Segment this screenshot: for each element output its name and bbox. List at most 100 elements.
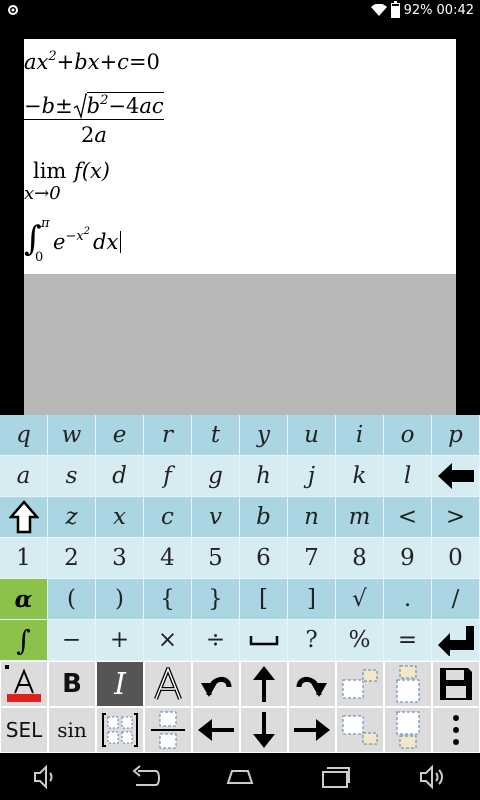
key-m[interactable]: m [336, 497, 384, 538]
key-o[interactable]: o [384, 415, 432, 456]
toolbar-row-1: B I [0, 661, 480, 707]
key-dot[interactable]: . [384, 579, 432, 620]
more-menu-button[interactable] [432, 707, 480, 753]
key-a[interactable]: a [0, 456, 48, 497]
empty-document-area[interactable] [24, 274, 456, 415]
key-3[interactable]: 3 [96, 538, 144, 579]
key-open-paren[interactable]: ( [48, 579, 96, 620]
key-minus[interactable]: − [48, 620, 96, 661]
key-percent[interactable]: % [336, 620, 384, 661]
key-s[interactable]: s [48, 456, 96, 497]
recent-apps-icon[interactable] [319, 763, 353, 791]
keyboard-row-1: q w e r t y u i o p [0, 415, 480, 456]
key-0[interactable]: 0 [432, 538, 480, 579]
wifi-icon [370, 4, 387, 16]
key-divide[interactable]: ÷ [192, 620, 240, 661]
key-n[interactable]: n [288, 497, 336, 538]
key-e[interactable]: e [96, 415, 144, 456]
key-integral[interactable]: ∫ [0, 620, 48, 661]
backspace-icon [437, 463, 474, 489]
key-plus[interactable]: + [96, 620, 144, 661]
key-p[interactable]: p [432, 415, 480, 456]
key-j[interactable]: j [288, 456, 336, 497]
key-slash[interactable]: / [432, 579, 480, 620]
key-less-than[interactable]: < [384, 497, 432, 538]
function-button[interactable]: sin [48, 707, 96, 753]
key-open-brace[interactable]: { [144, 579, 192, 620]
key-9[interactable]: 9 [384, 538, 432, 579]
operator: + [56, 50, 75, 74]
redo-button[interactable] [288, 661, 336, 707]
key-open-bracket[interactable]: [ [240, 579, 288, 620]
font-style-button[interactable] [144, 661, 192, 707]
over-button[interactable] [384, 661, 432, 707]
key-c[interactable]: c [144, 497, 192, 538]
key-g[interactable]: g [192, 456, 240, 497]
move-down-button[interactable] [240, 707, 288, 753]
volume-down-icon[interactable] [31, 763, 59, 791]
save-icon [440, 668, 472, 700]
bold-button[interactable]: B [48, 661, 96, 707]
fraction-button[interactable] [144, 707, 192, 753]
subscript-button[interactable] [336, 707, 384, 753]
key-backspace[interactable] [432, 456, 480, 497]
select-button[interactable]: SEL [0, 707, 48, 753]
key-r[interactable]: r [144, 415, 192, 456]
key-greater-than[interactable]: > [432, 497, 480, 538]
key-8[interactable]: 8 [336, 538, 384, 579]
key-l[interactable]: l [384, 456, 432, 497]
key-y[interactable]: y [240, 415, 288, 456]
equation-quadratic[interactable]: ax2+bx+c=0 [24, 50, 160, 74]
key-4[interactable]: 4 [144, 538, 192, 579]
key-shift[interactable] [0, 497, 48, 538]
home-icon[interactable] [222, 763, 258, 791]
key-greek[interactable]: α [0, 579, 48, 620]
key-b[interactable]: b [240, 497, 288, 538]
key-2[interactable]: 2 [48, 538, 96, 579]
move-right-button[interactable] [288, 707, 336, 753]
formula-document[interactable]: ax2+bx+c=0 −b± b2−4ac 2a lim f(x) x→0 ∫ … [24, 39, 456, 274]
key-space[interactable] [240, 620, 288, 661]
term: x→0 [24, 183, 61, 204]
key-f[interactable]: f [144, 456, 192, 497]
keyboard-row-4: 1 2 3 4 5 6 7 8 9 0 [0, 538, 480, 579]
exponent: −x [65, 229, 84, 244]
key-w[interactable]: w [48, 415, 96, 456]
key-times[interactable]: × [144, 620, 192, 661]
back-icon[interactable] [128, 763, 162, 791]
term: bx [74, 50, 100, 74]
key-d[interactable]: d [96, 456, 144, 497]
key-sqrt[interactable]: √ [336, 579, 384, 620]
key-q[interactable]: q [0, 415, 48, 456]
key-z[interactable]: z [48, 497, 96, 538]
text-color-button[interactable] [0, 661, 48, 707]
key-equals[interactable]: = [384, 620, 432, 661]
move-left-button[interactable] [192, 707, 240, 753]
superscript-button[interactable] [336, 661, 384, 707]
key-t[interactable]: t [192, 415, 240, 456]
key-7[interactable]: 7 [288, 538, 336, 579]
key-close-brace[interactable]: } [192, 579, 240, 620]
key-u[interactable]: u [288, 415, 336, 456]
key-6[interactable]: 6 [240, 538, 288, 579]
key-v[interactable]: v [192, 497, 240, 538]
volume-up-icon[interactable] [418, 763, 446, 791]
more-vert-icon [453, 715, 459, 745]
under-button[interactable] [384, 707, 432, 753]
key-question[interactable]: ? [288, 620, 336, 661]
key-k[interactable]: k [336, 456, 384, 497]
save-button[interactable] [432, 661, 480, 707]
move-up-button[interactable] [240, 661, 288, 707]
undo-button[interactable] [192, 661, 240, 707]
key-i[interactable]: i [336, 415, 384, 456]
key-enter[interactable] [432, 620, 480, 661]
key-close-paren[interactable]: ) [96, 579, 144, 620]
key-close-bracket[interactable]: ] [288, 579, 336, 620]
key-x[interactable]: x [96, 497, 144, 538]
matrix-button[interactable] [96, 707, 144, 753]
term: c [117, 50, 129, 74]
key-h[interactable]: h [240, 456, 288, 497]
italic-button[interactable]: I [96, 661, 144, 707]
key-1[interactable]: 1 [0, 538, 48, 579]
key-5[interactable]: 5 [192, 538, 240, 579]
